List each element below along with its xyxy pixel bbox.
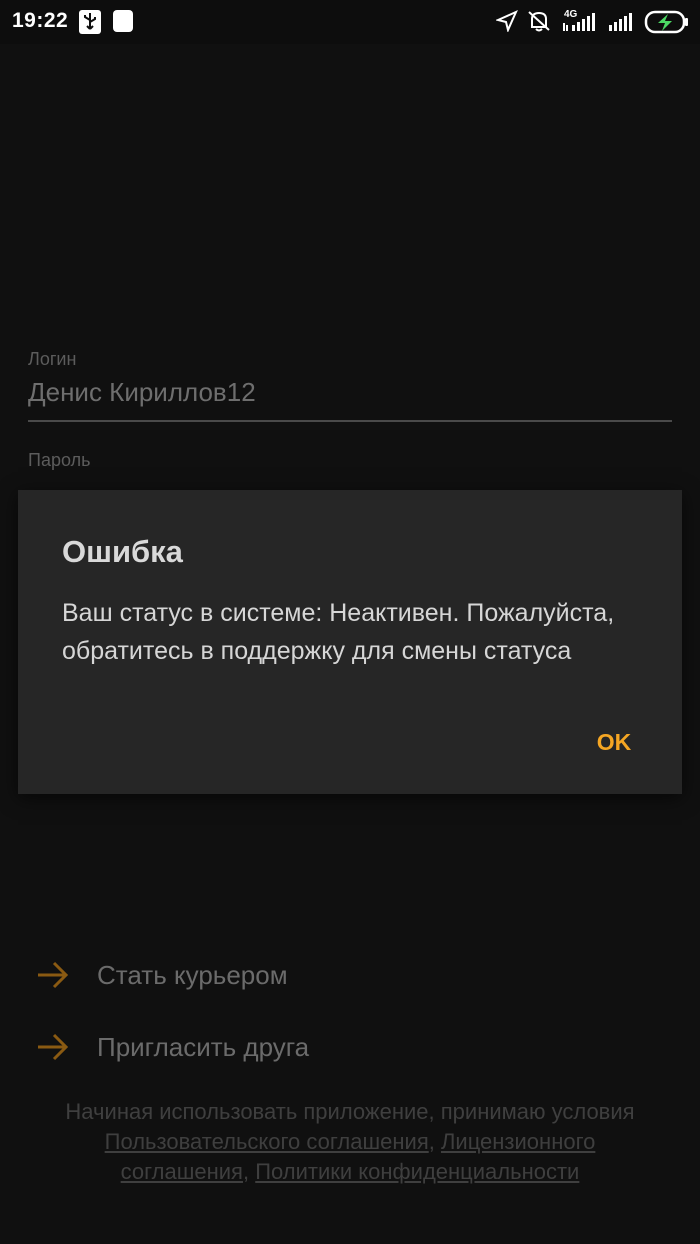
signal-icon-2 — [608, 11, 636, 38]
error-dialog: Ошибка Ваш статус в системе: Неактивен. … — [18, 490, 682, 794]
notification-square-icon — [112, 9, 134, 38]
app-screen: 19:22 4G Логин Денис Кириллов12 Пароль С… — [0, 0, 700, 1244]
signal-icon — [562, 11, 602, 38]
usb-icon — [78, 9, 102, 40]
status-time: 19:22 — [12, 9, 69, 32]
battery-charging-icon — [644, 9, 690, 40]
status-bar: 19:22 4G — [0, 0, 700, 44]
ok-button[interactable]: OK — [566, 716, 662, 768]
mute-icon — [526, 9, 552, 38]
dialog-message: Ваш статус в системе: Неактивен. Пожалуй… — [62, 599, 615, 665]
dialog-title: Ошибка — [62, 534, 183, 569]
location-arrow-icon — [494, 10, 518, 37]
